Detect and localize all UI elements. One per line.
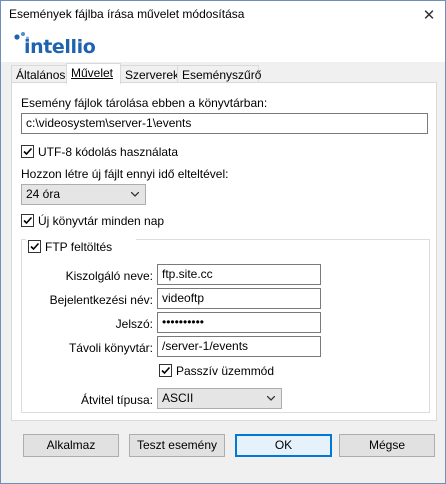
new-file-interval-value: 24 óra [26, 187, 61, 201]
ftp-legend-label: FTP feltöltés [45, 240, 113, 254]
cancel-button[interactable]: Mégse [339, 434, 435, 457]
close-button[interactable]: ✕ [413, 1, 445, 28]
directory-value: c:\videosystem\server-1\events [26, 116, 192, 130]
utf8-label: UTF-8 kódolás használata [38, 145, 179, 159]
server-label: Kiszolgáló neve: [65, 269, 153, 283]
server-field[interactable]: ftp.site.cc [157, 264, 321, 285]
transfer-type-label: Átvitel típusa: [80, 393, 153, 407]
tab-panel-action: Esemény fájlok tárolása ebben a könyvtár… [11, 82, 437, 421]
close-icon: ✕ [422, 6, 436, 24]
chevron-down-icon [267, 396, 275, 401]
tab-label: Szerverek [125, 68, 180, 82]
checkmark-icon [23, 147, 33, 156]
login-value: videoftp [162, 291, 205, 305]
utf8-checkbox[interactable] [21, 145, 34, 158]
chevron-down-icon [131, 192, 139, 197]
cancel-button-label: Mégse [368, 438, 406, 452]
ftp-legend: FTP feltöltés [26, 239, 136, 255]
remote-dir-value: /server-1/events [162, 339, 249, 353]
tab-action[interactable]: Művelet [66, 63, 121, 84]
login-field[interactable]: videoftp [157, 288, 321, 309]
title-bar[interactable]: Események fájlba írása művelet módosítás… [1, 1, 445, 28]
dir-label: Esemény fájlok tárolása ebben a könyvtár… [21, 96, 268, 110]
logo-text: intellio [24, 36, 96, 58]
password-label: Jelszó: [115, 317, 153, 331]
checkmark-icon [30, 242, 40, 251]
new-file-interval-select[interactable]: 24 óra [21, 184, 146, 205]
password-value: •••••••••• [162, 315, 205, 329]
test-event-button-label: Teszt esemény [136, 438, 218, 452]
passive-mode-label: Passzív üzemmód [176, 364, 275, 378]
logo-banner: intellio [1, 28, 445, 62]
ftp-enable-checkbox[interactable] [28, 240, 41, 253]
ok-button[interactable]: OK [235, 434, 332, 457]
window-title: Események fájlba írása művelet módosítás… [9, 7, 245, 21]
directory-field[interactable]: c:\videosystem\server-1\events [21, 113, 428, 134]
passive-mode-checkbox[interactable] [159, 364, 172, 377]
ftp-groupbox: FTP feltöltés Kiszolgáló neve: ftp.site.… [21, 239, 430, 413]
server-value: ftp.site.cc [162, 267, 213, 281]
tab-label: Eseményszűrő [182, 68, 262, 82]
new-dir-label: Új könyvtár minden nap [38, 214, 165, 228]
test-event-button[interactable]: Teszt esemény [129, 434, 225, 457]
transfer-type-value: ASCII [162, 391, 194, 405]
password-field[interactable]: •••••••••• [157, 312, 321, 333]
remote-dir-label: Távoli könyvtár: [68, 341, 153, 355]
apply-button[interactable]: Alkalmaz [23, 434, 119, 457]
apply-button-label: Alkalmaz [46, 438, 96, 452]
checkmark-icon [161, 366, 171, 375]
new-dir-checkbox[interactable] [21, 214, 34, 227]
checkmark-icon [23, 216, 33, 225]
tab-servers[interactable]: Szerverek [120, 65, 180, 83]
new-file-label: Hozzon létre új fájlt ennyi idő elteltév… [21, 167, 229, 181]
transfer-type-select[interactable]: ASCII [157, 388, 282, 409]
ok-button-label: OK [274, 438, 293, 452]
tab-event-filter[interactable]: Eseményszűrő [177, 65, 262, 83]
remote-dir-field[interactable]: /server-1/events [157, 336, 321, 357]
intellio-logo: intellio [12, 30, 102, 58]
tab-general[interactable]: Általános [11, 65, 67, 83]
tab-label: Művelet [71, 66, 114, 80]
login-label: Bejelentkezési név: [49, 293, 153, 307]
dialog-window: Események fájlba írása művelet módosítás… [0, 0, 446, 484]
tab-label: Általános [16, 68, 66, 82]
